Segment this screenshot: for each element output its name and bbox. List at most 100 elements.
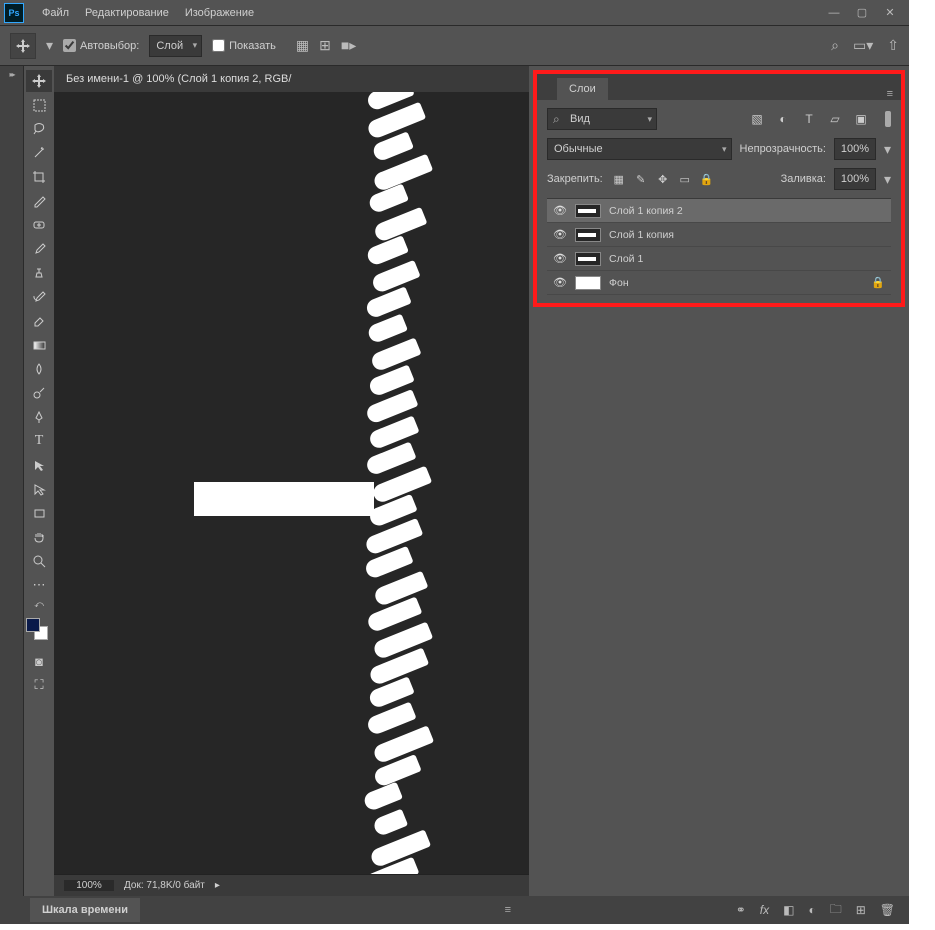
layer-name[interactable]: Слой 1 — [609, 253, 885, 265]
panel-menu-icon[interactable]: ≡ — [879, 88, 901, 100]
autoselect-input[interactable] — [63, 39, 76, 52]
tab-timeline[interactable]: Шкала времени — [30, 898, 140, 922]
layer-row[interactable]: 👁 Слой 1 копия 2 — [547, 199, 891, 223]
group-icon[interactable]: 🗀 — [830, 900, 842, 921]
autoselect-checkbox[interactable]: Автовыбор: — [63, 39, 139, 52]
layer-thumbnail[interactable] — [575, 252, 601, 266]
screen-mode-tool[interactable]: ⛶ — [26, 674, 52, 696]
maximize-icon[interactable]: ▢ — [855, 6, 869, 20]
lock-all-icon[interactable]: 🔒 — [699, 171, 715, 187]
document-tab[interactable]: Без имени-1 @ 100% (Слой 1 копия 2, RGB/ — [54, 66, 529, 92]
layer-row[interactable]: 👁 Слой 1 копия — [547, 223, 891, 247]
dodge-tool[interactable] — [26, 382, 52, 404]
blur-tool[interactable] — [26, 358, 52, 380]
tab-layers[interactable]: Слои — [557, 78, 608, 100]
layer-name[interactable]: Фон — [609, 277, 863, 289]
layer-dropdown[interactable]: Слой — [149, 35, 202, 57]
align-icon[interactable]: ▦ — [296, 37, 309, 54]
menu-file[interactable]: Файл — [34, 0, 77, 25]
layer-thumbnail[interactable] — [575, 276, 601, 290]
fill-value[interactable]: 100% — [834, 168, 876, 190]
rectangle-tool[interactable] — [26, 502, 52, 524]
filter-type-icon[interactable]: T — [801, 111, 817, 127]
layer-row[interactable]: 👁 Слой 1 — [547, 247, 891, 271]
zoom-tool[interactable] — [26, 550, 52, 572]
move-tool-icon[interactable] — [10, 33, 36, 59]
clone-stamp-tool[interactable] — [26, 262, 52, 284]
path-selection-tool[interactable] — [26, 454, 52, 476]
layer-mask-icon[interactable]: ◧ — [783, 903, 794, 917]
blend-mode-dropdown[interactable]: Обычные — [547, 138, 732, 160]
adjustment-layer-icon[interactable]: ◐ — [808, 903, 815, 917]
layer-name[interactable]: Слой 1 копия — [609, 229, 885, 241]
foreground-color-swatch[interactable] — [26, 618, 40, 632]
fill-chevron-icon[interactable]: ▾ — [884, 171, 891, 188]
opacity-value[interactable]: 100% — [834, 138, 876, 160]
pen-tool[interactable] — [26, 406, 52, 428]
lock-transparency-icon[interactable]: ▦ — [611, 171, 627, 187]
lock-pixels-icon[interactable]: ✎ — [633, 171, 649, 187]
layer-name[interactable]: Слой 1 копия 2 — [609, 205, 885, 217]
quick-mask-tool[interactable]: ◙ — [26, 650, 52, 672]
visibility-icon[interactable]: 👁 — [553, 276, 567, 289]
eyedropper-tool[interactable] — [26, 190, 52, 212]
edit-toolbar[interactable]: ⋯ — [26, 574, 52, 596]
layer-row[interactable]: 👁Фон🔒 — [547, 271, 891, 295]
link-layers-icon[interactable]: ⚭ — [736, 903, 746, 917]
3d-mode-icon[interactable]: ■▸ — [341, 37, 356, 54]
filter-adjustment-icon[interactable]: ◐ — [775, 111, 791, 127]
menu-bar: Ps Файл Редактирование Изображение — ▢ ✕ — [0, 0, 909, 26]
marquee-tool[interactable] — [26, 94, 52, 116]
crop-tool[interactable] — [26, 166, 52, 188]
search-icon[interactable]: ⌕ — [831, 37, 839, 54]
lasso-tool[interactable] — [26, 118, 52, 140]
lock-position-icon[interactable]: ✥ — [655, 171, 671, 187]
gradient-tool[interactable] — [26, 334, 52, 356]
canvas[interactable] — [54, 92, 529, 874]
filter-shape-icon[interactable]: ▱ — [827, 111, 843, 127]
workspace-icon[interactable]: ▭▾ — [853, 37, 873, 54]
app-window: Ps Файл Редактирование Изображение — ▢ ✕… — [0, 0, 909, 924]
distribute-icon[interactable]: ⊞ — [319, 37, 331, 54]
brush-tool[interactable] — [26, 238, 52, 260]
minimize-icon[interactable]: — — [827, 6, 841, 20]
show-input[interactable] — [212, 39, 225, 52]
zoom-field[interactable]: 100% — [64, 880, 114, 891]
eraser-tool[interactable] — [26, 310, 52, 332]
type-tool[interactable]: T — [26, 430, 52, 452]
new-layer-icon[interactable]: ⊞ — [856, 903, 866, 917]
layer-search[interactable]: Вид — [547, 108, 657, 130]
document-area: Без имени-1 @ 100% (Слой 1 копия 2, RGB/… — [54, 66, 529, 896]
hand-tool[interactable] — [26, 526, 52, 548]
share-icon[interactable]: ⇧ — [887, 37, 899, 54]
layer-thumbnail[interactable] — [575, 228, 601, 242]
magic-wand-tool[interactable] — [26, 142, 52, 164]
layer-style-icon[interactable]: fx — [760, 903, 769, 917]
status-arrow-icon[interactable]: ▸ — [215, 880, 220, 891]
close-icon[interactable]: ✕ — [883, 6, 897, 20]
delete-layer-icon[interactable]: 🗑 — [880, 903, 895, 917]
visibility-icon[interactable]: 👁 — [553, 228, 567, 241]
opacity-chevron-icon[interactable]: ▾ — [884, 141, 891, 158]
options-bar: ▾ Автовыбор: Слой Показать ▦ ⊞ ■▸ ⌕ ▭▾ ⇧ — [0, 26, 909, 66]
visibility-icon[interactable]: 👁 — [553, 204, 567, 217]
filter-pixel-icon[interactable]: ▧ — [749, 111, 765, 127]
timeline-menu-icon[interactable]: ≡ — [497, 904, 519, 916]
lock-artboard-icon[interactable]: ▭ — [677, 171, 693, 187]
swap-colors-icon[interactable]: ⤺ — [26, 598, 52, 610]
visibility-icon[interactable]: 👁 — [553, 252, 567, 265]
menu-image[interactable]: Изображение — [177, 0, 262, 25]
ps-logo-icon: Ps — [4, 3, 24, 23]
chevron-down-icon[interactable]: ▾ — [46, 37, 53, 54]
layer-thumbnail[interactable] — [575, 204, 601, 218]
filter-smartobject-icon[interactable]: ▣ — [853, 111, 869, 127]
healing-brush-tool[interactable] — [26, 214, 52, 236]
panel-collapse-strip[interactable]: ▸▸ — [0, 66, 24, 896]
history-brush-tool[interactable] — [26, 286, 52, 308]
color-swatches[interactable] — [26, 618, 48, 640]
move-tool[interactable] — [26, 70, 52, 92]
menu-edit[interactable]: Редактирование — [77, 0, 177, 25]
direct-selection-tool[interactable] — [26, 478, 52, 500]
filter-toggle[interactable] — [885, 111, 891, 127]
show-checkbox[interactable]: Показать — [212, 39, 276, 52]
